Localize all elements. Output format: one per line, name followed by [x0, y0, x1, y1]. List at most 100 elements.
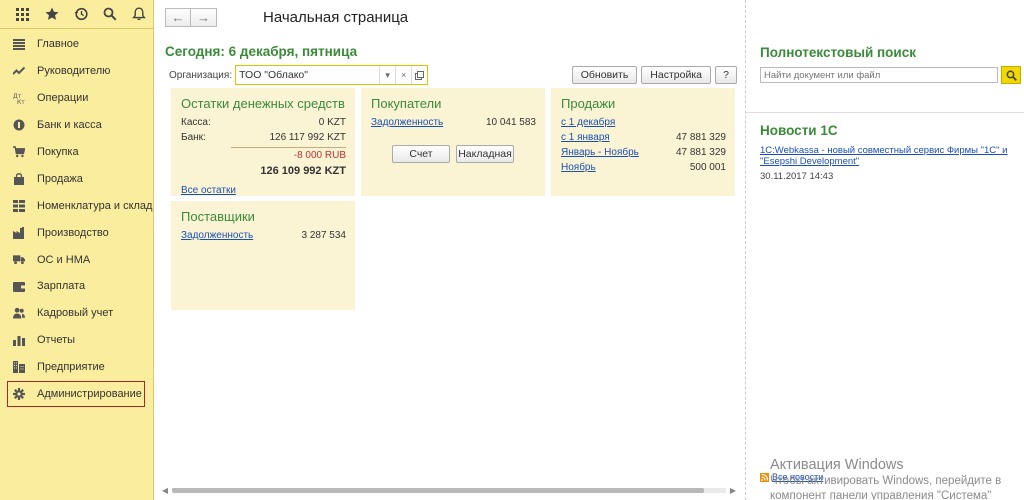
cash-all-row: Все остатки	[171, 183, 355, 198]
organization-open-button[interactable]	[411, 66, 427, 84]
organization-clear-button[interactable]: ×	[395, 66, 411, 84]
waybill-button[interactable]: Накладная	[456, 145, 514, 163]
suppliers-debt-value: 3 287 534	[301, 230, 347, 241]
right-panel: Полнотекстовый поиск Новости 1С 1C:Webka…	[745, 0, 1024, 500]
sidebar: Главное Руководителю Дт Кт Операции Банк …	[0, 0, 154, 500]
open-window-icon	[415, 70, 425, 80]
sidebar-item-label: ОС и НМА	[37, 253, 91, 266]
search-input[interactable]	[760, 67, 998, 83]
scroll-track[interactable]	[172, 487, 726, 493]
search-button[interactable]	[1001, 66, 1021, 84]
scroll-left-icon[interactable]: ◀	[160, 485, 170, 495]
sidebar-item-operations[interactable]: Дт Кт Операции	[0, 85, 153, 112]
help-button[interactable]: ?	[715, 66, 737, 84]
sidebar-item-bank[interactable]: Банк и касса	[0, 112, 153, 139]
bar-chart-icon	[13, 334, 25, 347]
organization-label: Организация:	[169, 69, 233, 81]
sidebar-item-label: Отчеты	[37, 334, 76, 347]
all-balances-link[interactable]: Все остатки	[181, 185, 236, 196]
sidebar-item-production[interactable]: Производство	[0, 219, 153, 246]
sidebar-item-sales[interactable]: Продажа	[0, 165, 153, 192]
sales-period-link[interactable]: Январь - Ноябрь	[561, 147, 639, 158]
search-title: Полнотекстовый поиск	[760, 45, 916, 60]
search-icon[interactable]	[95, 0, 124, 29]
sales-period-link[interactable]: с 1 января	[561, 132, 610, 143]
sidebar-list: Главное Руководителю Дт Кт Операции Банк …	[0, 29, 153, 408]
sidebar-item-label: Кадровый учет	[37, 307, 114, 320]
sidebar-item-label: Предприятие	[37, 361, 105, 374]
divider	[746, 112, 1024, 113]
sidebar-item-reports[interactable]: Отчеты	[0, 327, 153, 354]
history-icon[interactable]	[66, 0, 95, 29]
bank-label: Банк:	[181, 132, 206, 143]
sidebar-item-fixed-assets[interactable]: ОС и НМА	[0, 246, 153, 273]
sidebar-item-label: Продажа	[37, 172, 83, 185]
buyers-card: Покупатели Задолженность 10 041 583 Счет…	[361, 88, 545, 196]
star-icon[interactable]	[37, 0, 66, 29]
cart-icon	[13, 146, 25, 158]
windows-activation-watermark: Активация Windows Чтобы активировать Win…	[770, 457, 1001, 500]
news-date: 30.11.2017 14:43	[760, 171, 834, 182]
horizontal-scrollbar[interactable]: ◀ ▶	[160, 485, 738, 495]
sidebar-item-hr[interactable]: Кадровый учет	[0, 300, 153, 327]
sidebar-item-nomenclature[interactable]: Номенклатура и склад	[0, 192, 153, 219]
news-link[interactable]: 1C:Webkassa - новый совместный сервис Фи…	[760, 145, 1010, 167]
close-icon: ×	[400, 70, 407, 80]
suppliers-card: Поставщики Задолженность 3 287 534	[171, 201, 355, 310]
arrow-left-icon: ←	[171, 10, 185, 25]
refresh-button[interactable]: Обновить	[571, 66, 638, 84]
bag-icon	[13, 173, 25, 185]
scroll-thumb[interactable]	[172, 487, 704, 493]
gear-icon	[13, 388, 25, 401]
sidebar-item-label: Зарплата	[37, 280, 86, 293]
sales-row: с 1 января 47 881 329	[551, 130, 735, 145]
suppliers-debt-link[interactable]: Задолженность	[181, 230, 253, 241]
apps-grid-icon[interactable]	[8, 0, 37, 29]
buyers-actions: Счет Накладная	[361, 145, 545, 163]
organization-field: ▾ ×	[235, 65, 429, 85]
cash-kassa-row: Касса: 0 KZT	[171, 115, 355, 130]
search-icon	[1006, 70, 1017, 81]
sales-value: 47 881 329	[675, 132, 726, 143]
sidebar-toolbar	[0, 0, 153, 29]
search-row	[760, 66, 1021, 84]
settings-button[interactable]: Настройка	[641, 66, 711, 84]
cash-bank-rub-row: -8 000 RUB	[171, 148, 355, 163]
triangle-down-icon: ▾	[385, 69, 390, 80]
sidebar-item-salary[interactable]: Зарплата	[0, 273, 153, 300]
suppliers-debt-row: Задолженность 3 287 534	[171, 228, 355, 243]
forward-button[interactable]: →	[191, 8, 217, 27]
sidebar-item-label: Номенклатура и склад	[37, 199, 153, 212]
sales-period-link[interactable]: Ноябрь	[561, 162, 596, 173]
today-date: Сегодня: 6 декабря, пятница	[165, 44, 358, 59]
bank-value-rub: -8 000 RUB	[293, 150, 346, 161]
sidebar-item-main[interactable]: Главное	[0, 31, 153, 58]
organization-input[interactable]	[236, 66, 380, 84]
bell-icon[interactable]	[124, 0, 153, 29]
page-title: Начальная страница	[263, 9, 409, 26]
arrow-right-icon: →	[197, 10, 210, 25]
svg-text:Кт: Кт	[17, 99, 25, 104]
sales-period-link[interactable]: с 1 декабря	[561, 117, 615, 128]
sales-value: 500 001	[689, 162, 726, 173]
sales-card: Продажи с 1 декабря с 1 января 47 881 32…	[551, 88, 735, 196]
factory-icon	[13, 226, 25, 239]
sidebar-item-administration[interactable]: Администрирование	[7, 380, 145, 408]
sidebar-item-manager[interactable]: Руководителю	[0, 58, 153, 85]
invoice-button[interactable]: Счет	[392, 145, 450, 163]
grid-blocks-icon	[13, 199, 25, 212]
scroll-right-icon[interactable]: ▶	[728, 485, 738, 495]
buyers-debt-value: 10 041 583	[485, 117, 536, 128]
news-title: Новости 1С	[760, 123, 838, 138]
org-toolbar: Обновить Настройка ?	[571, 66, 737, 84]
sidebar-item-purchase[interactable]: Покупка	[0, 139, 153, 166]
sidebar-item-enterprise[interactable]: Предприятие	[0, 354, 153, 381]
buyers-debt-link[interactable]: Задолженность	[371, 117, 443, 128]
building-icon	[13, 361, 25, 374]
organization-dropdown-button[interactable]: ▾	[379, 66, 395, 84]
cash-total: 126 109 992 KZT	[260, 164, 346, 177]
sidebar-item-label: Банк и касса	[37, 119, 102, 132]
back-button[interactable]: ←	[165, 8, 191, 27]
buyers-title: Покупатели	[371, 96, 442, 111]
sales-title: Продажи	[561, 96, 616, 111]
